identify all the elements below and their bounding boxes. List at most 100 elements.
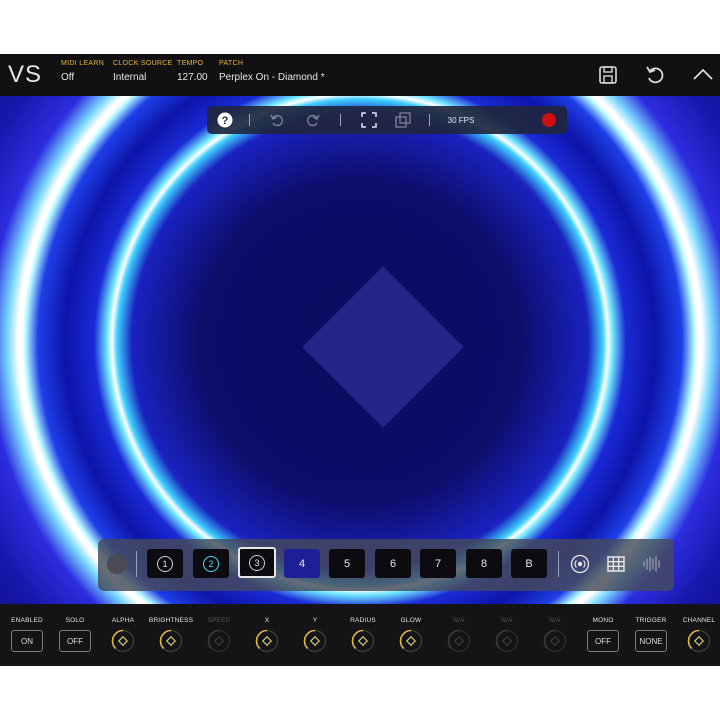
param-trigger: TRIGGER NONE (626, 604, 676, 652)
revert-button[interactable] (642, 62, 668, 88)
fullscreen-icon (361, 112, 377, 128)
slot-8[interactable]: 8 (466, 549, 502, 578)
layer-toggle-button[interactable] (107, 554, 127, 574)
toolbar-divider (249, 114, 250, 126)
slot-label: 8 (480, 557, 488, 570)
param-label: ALPHA (111, 617, 135, 624)
tempo-field[interactable]: TEMPO 127.00 (177, 60, 208, 83)
slot-7[interactable]: 7 (420, 549, 456, 578)
redo-icon (307, 114, 320, 127)
collapse-button[interactable] (690, 62, 716, 88)
grid-button[interactable] (606, 554, 626, 574)
header-bar: VS MIDI LEARN Off CLOCK SOURCE Internal … (0, 54, 720, 96)
knob-icon[interactable] (495, 629, 519, 653)
clock-source-value: Internal (113, 72, 147, 83)
toolbar-divider (340, 114, 341, 126)
floating-toolbar: ? 30 FPS (207, 106, 567, 134)
param-radius: RADIUS (338, 604, 388, 658)
help-button[interactable]: ? (215, 110, 235, 130)
knob-icon[interactable] (255, 629, 279, 653)
duplicate-button[interactable] (393, 110, 413, 130)
save-button[interactable] (595, 62, 621, 88)
slot-4[interactable]: 4 (284, 549, 320, 578)
slot-label: 6 (389, 557, 397, 570)
param-speed: SPEED (194, 604, 244, 658)
param-label: ENABLED (11, 617, 43, 624)
copy-icon (395, 112, 411, 128)
param-toggle-button[interactable]: OFF (587, 630, 619, 652)
knob-icon[interactable] (687, 629, 711, 653)
knob-icon[interactable] (207, 629, 231, 653)
slot-b[interactable]: B (511, 549, 547, 578)
broadcast-button[interactable] (570, 554, 590, 574)
undo-icon (646, 66, 664, 84)
patch-value: Perplex On - Diamond * (219, 72, 325, 83)
param-solo: SOLO OFF (50, 604, 100, 652)
midi-learn-field[interactable]: MIDI LEARN Off (61, 60, 104, 83)
param-label: TRIGGER (635, 617, 667, 624)
knob-icon[interactable] (111, 629, 135, 653)
param-label: Y (312, 617, 318, 624)
chevron-up-icon (693, 68, 713, 80)
diamond-shape (302, 266, 464, 428)
visual-output: ? 30 FPS 1 2 3 4 5 6 7 8 B (0, 96, 720, 604)
param-label: BRIGHTNESS (148, 617, 194, 624)
tempo-value: 127.00 (177, 72, 208, 83)
slot-label: 7 (434, 557, 442, 570)
midi-learn-label: MIDI LEARN (61, 60, 105, 67)
param-n-a: N/A (482, 604, 532, 658)
help-icon: ? (217, 112, 233, 128)
slot-5[interactable]: 5 (329, 549, 365, 578)
fullscreen-button[interactable] (359, 110, 379, 130)
slot-1[interactable]: 1 (147, 549, 183, 578)
param-label: SPEED (207, 617, 231, 624)
knob-icon[interactable] (351, 629, 375, 653)
param-toggle-button[interactable]: ON (11, 630, 43, 652)
clock-source-label: CLOCK SOURCE (113, 60, 173, 67)
knob-icon[interactable] (447, 629, 471, 653)
param-toggle-button[interactable]: OFF (59, 630, 91, 652)
param-label: N/A (501, 617, 513, 624)
knob-icon[interactable] (303, 629, 327, 653)
param-label: RADIUS (350, 617, 376, 624)
undo-button[interactable] (267, 110, 287, 130)
slot-bar: 1 2 3 4 5 6 7 8 B (98, 539, 674, 591)
param-n-a: N/A (434, 604, 484, 658)
patch-field[interactable]: PATCH Perplex On - Diamond * (219, 60, 325, 83)
patch-label: PATCH (219, 60, 244, 67)
save-icon (599, 66, 617, 84)
tempo-label: TEMPO (177, 60, 204, 67)
param-label: MONO (592, 617, 614, 624)
param-enabled: ENABLED ON (2, 604, 52, 652)
grid-icon (607, 556, 625, 572)
knob-icon[interactable] (399, 629, 423, 653)
slot-3[interactable]: 3 (238, 547, 276, 578)
parameter-row: ENABLED ON SOLO OFF ALPHA BRIGHTNESS SPEED X Y RA… (0, 604, 720, 666)
param-brightness: BRIGHTNESS (146, 604, 196, 658)
toolbar-divider (429, 114, 430, 126)
fps-label: 30 FPS (447, 115, 475, 125)
midi-learn-value: Off (61, 72, 75, 83)
slot-label: B (525, 557, 533, 570)
slot-divider (136, 551, 137, 577)
fps-indicator: 30 FPS (443, 110, 479, 130)
param-glow: GLOW (386, 604, 436, 658)
param-alpha: ALPHA (98, 604, 148, 658)
slot-divider (558, 551, 559, 577)
knob-icon[interactable] (159, 629, 183, 653)
record-button[interactable] (539, 110, 559, 130)
slot-6[interactable]: 6 (375, 549, 411, 578)
slot-2[interactable]: 2 (193, 549, 229, 578)
slot-label: 2 (203, 555, 219, 572)
slot-label: 5 (343, 557, 351, 570)
redo-button[interactable] (303, 110, 323, 130)
audio-button[interactable] (642, 554, 662, 574)
param-label: N/A (549, 617, 561, 624)
app-logo: VS (8, 61, 43, 88)
param-y: Y (290, 604, 340, 658)
param-label: X (264, 617, 270, 624)
param-toggle-button[interactable]: NONE (635, 630, 667, 652)
knob-icon[interactable] (543, 629, 567, 653)
param-label: CHANNEL (682, 617, 716, 624)
clock-source-field[interactable]: CLOCK SOURCE Internal (113, 60, 173, 83)
